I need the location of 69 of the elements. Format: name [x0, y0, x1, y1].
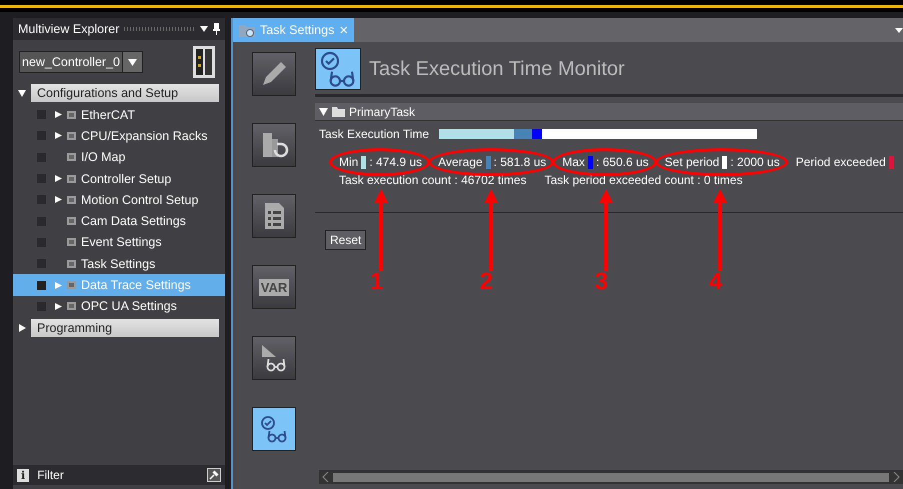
- stat-label: Average: [438, 155, 483, 169]
- dropdown-icon[interactable]: [200, 26, 208, 32]
- tool-button[interactable]: [252, 407, 296, 451]
- variables-button[interactable]: VAR: [252, 265, 296, 309]
- stat-label: Min: [339, 155, 358, 169]
- monitor-title: Task Execution Time Monitor: [369, 58, 625, 80]
- tool-button[interactable]: [252, 123, 296, 167]
- controller-dropdown[interactable]: new_Controller_0: [19, 51, 143, 73]
- clock-glasses-icon: [315, 48, 361, 90]
- node-icon: [67, 260, 76, 268]
- reset-button[interactable]: Reset: [325, 230, 366, 250]
- stat-label: Period exceeded: [796, 155, 886, 169]
- stat-label: Set period: [664, 155, 720, 169]
- folder-icon: [239, 23, 255, 37]
- stat-label: Max: [562, 155, 585, 169]
- node-icon: [67, 302, 76, 310]
- tree-item[interactable]: CPU/Expansion Racks: [13, 125, 225, 147]
- info-icon: i: [17, 468, 30, 482]
- caret-icon[interactable]: [55, 132, 62, 140]
- tool-button[interactable]: [252, 336, 296, 380]
- node-icon: [67, 196, 76, 204]
- controller-icon: [193, 46, 215, 78]
- caret-icon[interactable]: [55, 302, 62, 310]
- dropdown-icon[interactable]: [895, 28, 903, 32]
- filter-label: Filter: [37, 468, 64, 482]
- tree-item[interactable]: Event Settings: [13, 232, 225, 254]
- callout-number: 2: [480, 268, 493, 296]
- node-icon: [67, 132, 76, 140]
- caret-icon[interactable]: [18, 89, 26, 97]
- node-icon: [67, 174, 76, 183]
- stat-value: : 474.9 us: [369, 155, 422, 169]
- tree-item[interactable]: Controller Setup: [13, 168, 225, 190]
- callout-number: 4: [708, 268, 722, 296]
- tree-item[interactable]: OPC UA Settings: [13, 296, 225, 317]
- clock-glasses-icon: [259, 414, 289, 444]
- tree-item[interactable]: Task Settings: [13, 253, 225, 274]
- node-icon: [67, 217, 76, 226]
- caret-icon[interactable]: [319, 108, 328, 116]
- tree-group-header[interactable]: Configurations and Setup: [31, 84, 219, 102]
- caret-icon[interactable]: [55, 111, 62, 118]
- count-text: Task execution count : 46702 times: [339, 173, 526, 187]
- caret-icon[interactable]: [55, 196, 62, 204]
- stat-value: : 581.8 us: [494, 155, 546, 169]
- horizontal-scrollbar[interactable]: [319, 470, 903, 484]
- stat-value: : 650.6 us: [596, 155, 649, 169]
- callout-number: 3: [594, 268, 608, 296]
- caret-icon: [128, 58, 137, 66]
- panel-title: Multiview Explorer: [18, 22, 120, 36]
- node-icon: [67, 110, 76, 119]
- tree-item[interactable]: Motion Control Setup: [13, 189, 225, 210]
- node-icon: [67, 238, 76, 246]
- scroll-left-icon[interactable]: [322, 472, 329, 482]
- tree-item[interactable]: Cam Data Settings: [13, 210, 225, 232]
- tool-button[interactable]: [252, 194, 296, 238]
- tree-item[interactable]: I/O Map: [13, 146, 225, 168]
- caret-icon[interactable]: [18, 324, 26, 332]
- callout-number: 1: [370, 268, 384, 296]
- caret-icon[interactable]: [55, 175, 62, 182]
- tree-item[interactable]: EtherCAT: [13, 104, 225, 126]
- count-text: Task period exceeded count : 0 times: [544, 173, 743, 187]
- stat-value: : 2000 us: [730, 155, 780, 169]
- tool-button[interactable]: [252, 52, 296, 96]
- node-icon: [67, 281, 76, 290]
- scroll-right-icon[interactable]: [893, 472, 900, 482]
- task-section-header[interactable]: PrimaryTask: [315, 103, 903, 121]
- tree-group-header[interactable]: Programming: [31, 318, 219, 337]
- bar-label: Task Execution Time: [319, 127, 430, 141]
- folder-icon: [332, 106, 345, 117]
- node-icon: [67, 153, 76, 162]
